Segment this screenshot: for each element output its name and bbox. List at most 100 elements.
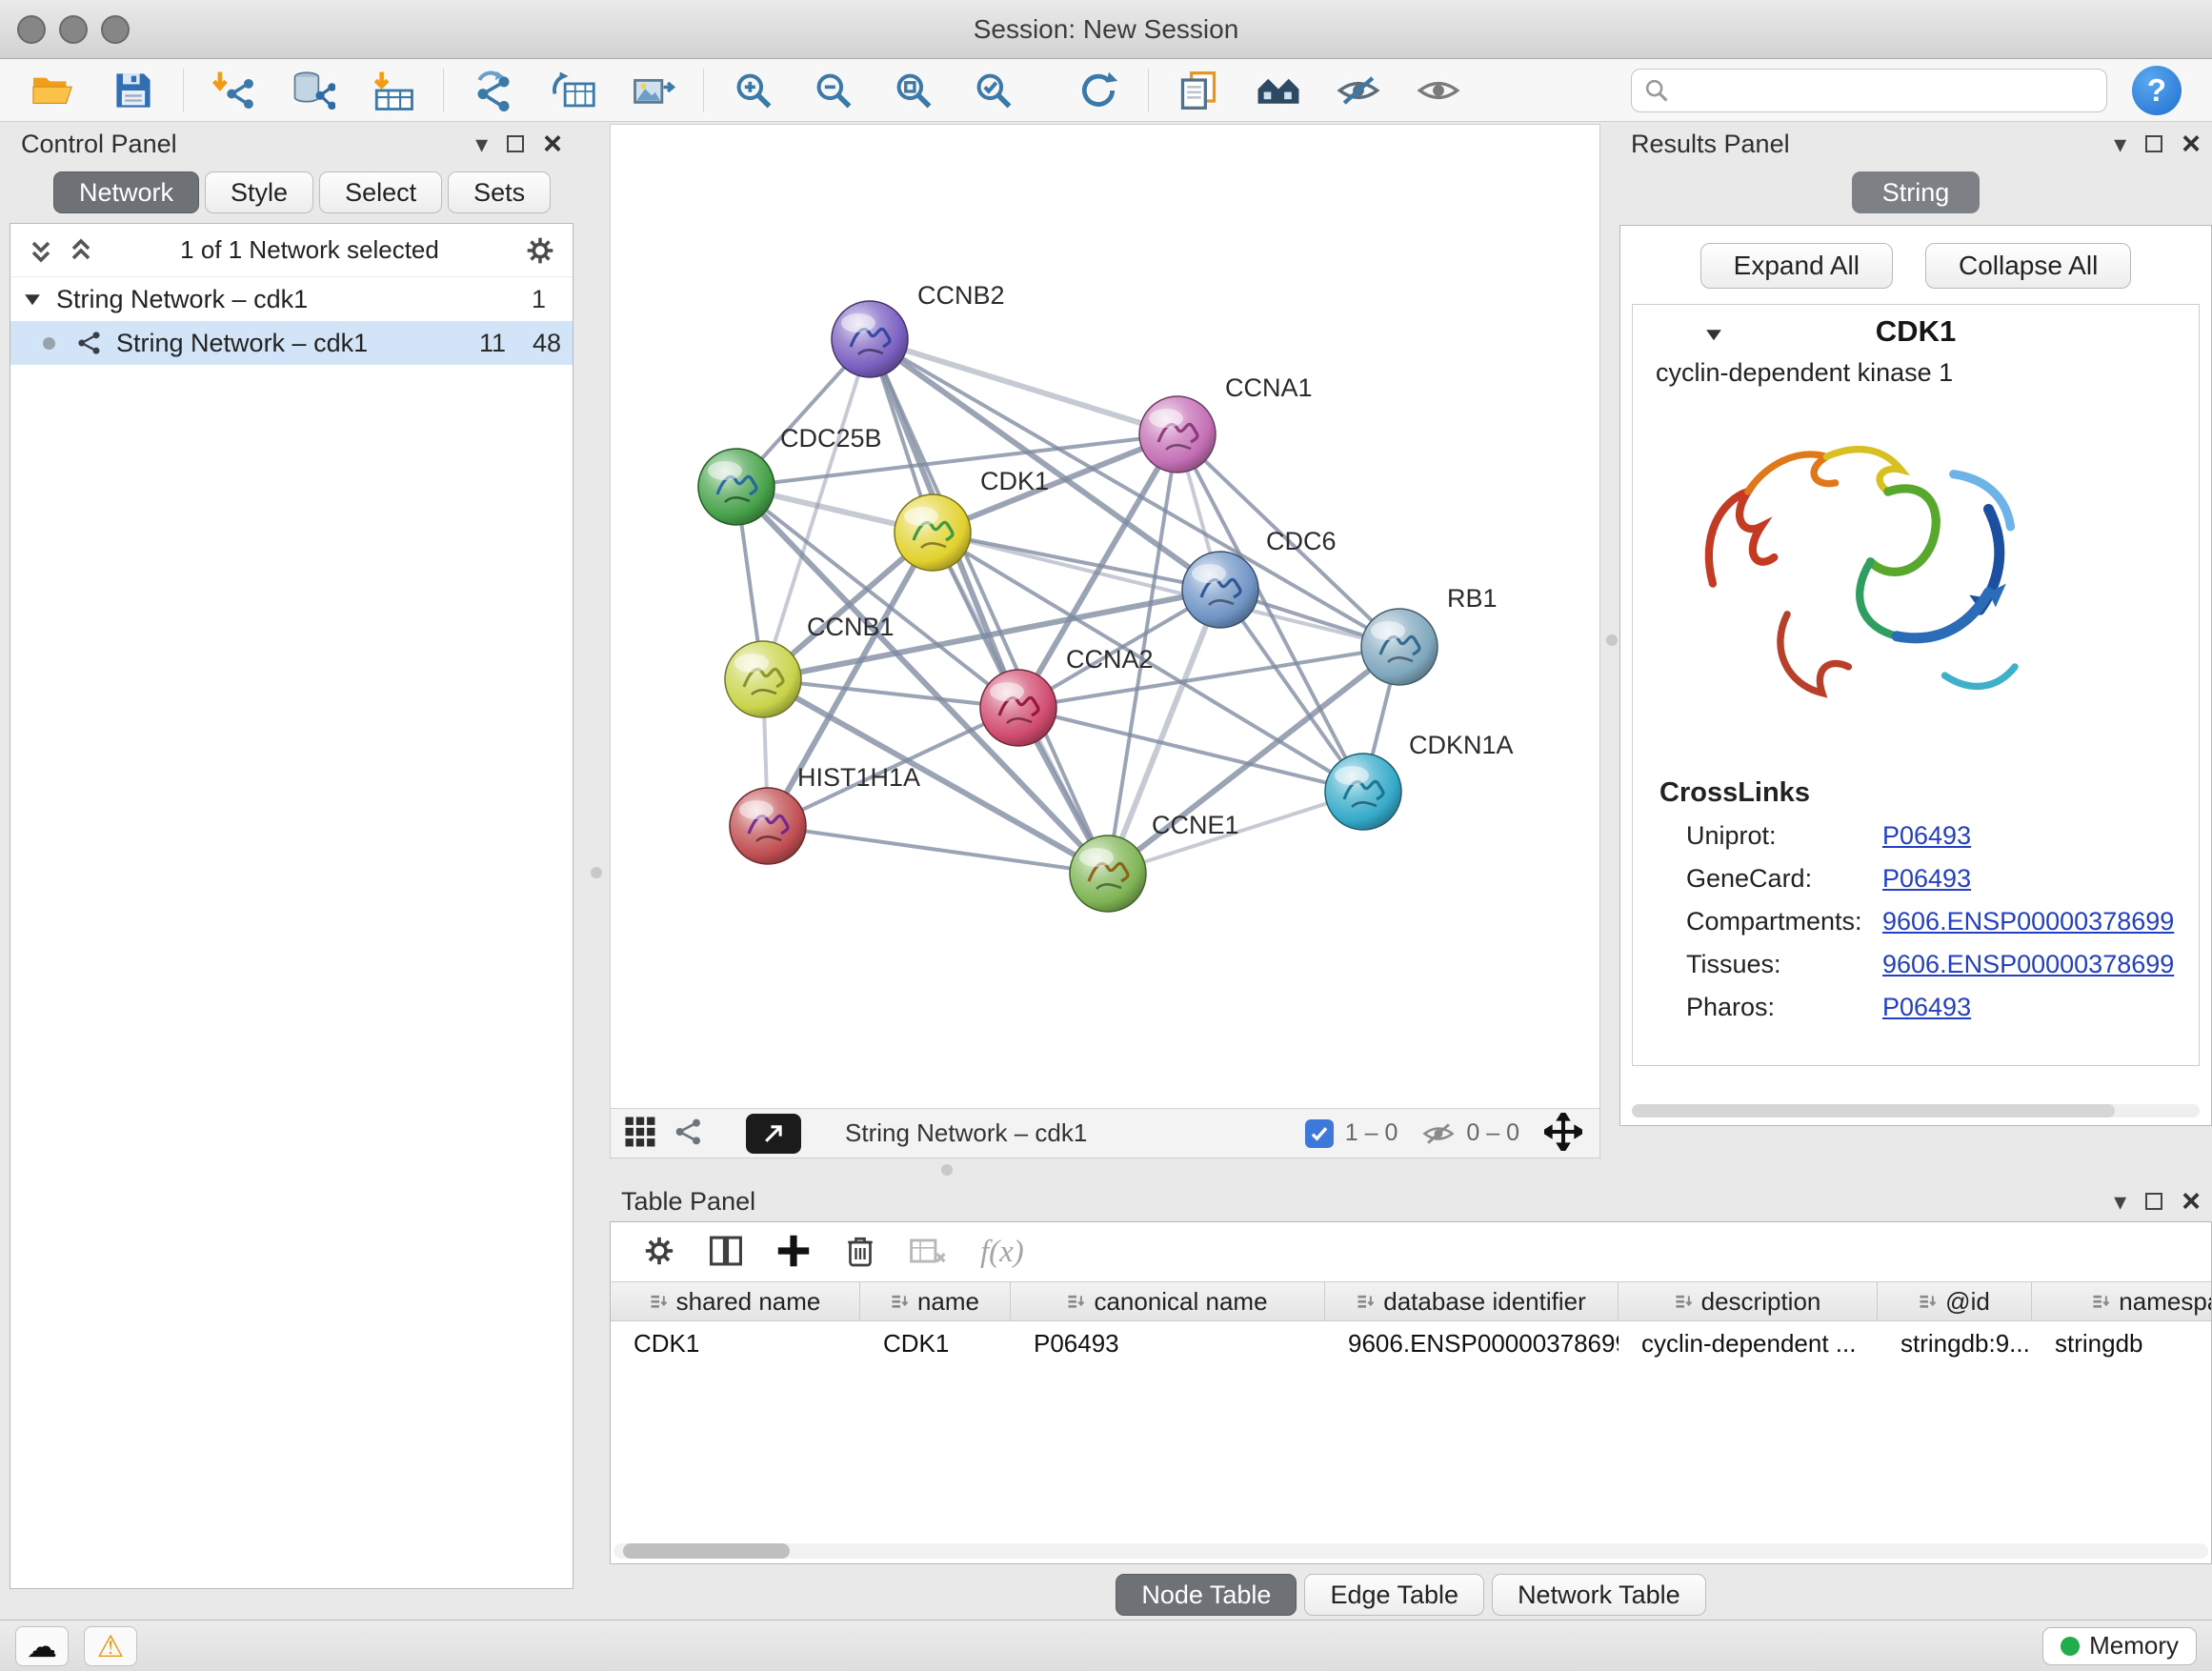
zoom-in-icon (732, 70, 775, 111)
import-network-file-button[interactable] (193, 62, 273, 119)
panel-menu-icon[interactable]: ▾ (2114, 131, 2126, 156)
crosslink-value[interactable]: 9606.ENSP00000378699 (1882, 907, 2174, 936)
network-node-ccna2[interactable] (980, 670, 1056, 746)
copy-button[interactable] (1158, 62, 1238, 119)
network-node-rb1[interactable] (1361, 609, 1438, 685)
import-network-database-button[interactable] (273, 62, 353, 119)
add-column-button[interactable] (776, 1234, 811, 1271)
column-header-@id[interactable]: @id (1878, 1282, 2032, 1320)
expand-all-button[interactable]: Expand All (1700, 243, 1893, 289)
delete-column-button[interactable] (845, 1234, 875, 1271)
network-node-ccnb1[interactable] (725, 641, 801, 717)
save-session-button[interactable] (93, 62, 173, 119)
network-node-cdkn1a[interactable] (1325, 754, 1401, 830)
zoom-out-button[interactable] (794, 62, 874, 119)
column-header-shared-name[interactable]: shared name (611, 1282, 860, 1320)
delete-table-icon (910, 1236, 946, 1266)
cloud-button[interactable]: ☁ (15, 1626, 69, 1666)
network-options-gear-icon[interactable] (525, 235, 555, 266)
new-network-button[interactable] (453, 62, 533, 119)
network-overview-button[interactable] (674, 1117, 704, 1150)
function-builder-button[interactable]: f(x) (980, 1235, 1024, 1270)
network-node-ccna1[interactable] (1139, 396, 1216, 473)
column-header-canonical-name[interactable]: canonical name (1011, 1282, 1325, 1320)
zoom-selected-button[interactable] (954, 62, 1034, 119)
open-in-window-button[interactable] (746, 1114, 801, 1154)
hide-selected-button[interactable] (1318, 62, 1398, 119)
scrollbar-thumb[interactable] (623, 1543, 790, 1559)
splitter-handle[interactable] (591, 867, 602, 878)
network-node-hist1h1a[interactable] (730, 788, 806, 864)
zoom-fit-button[interactable] (874, 62, 954, 119)
open-session-button[interactable] (13, 62, 93, 119)
warnings-button[interactable]: ⚠ (84, 1626, 137, 1666)
delete-table-button[interactable] (910, 1236, 946, 1269)
network-node-cdc6[interactable] (1182, 552, 1258, 628)
tab-sets[interactable]: Sets (448, 171, 551, 213)
crosslink-value[interactable]: P06493 (1882, 993, 1971, 1022)
tab-edge-table[interactable]: Edge Table (1304, 1574, 1484, 1616)
table-cell: P06493 (1011, 1321, 1325, 1363)
column-header-namespace[interactable]: namespace (2032, 1282, 2211, 1320)
export-image-button[interactable] (613, 62, 694, 119)
splitter-handle[interactable] (941, 1164, 953, 1176)
zoom-in-button[interactable] (714, 62, 794, 119)
network-collection-row[interactable]: String Network – cdk1 1 (10, 277, 573, 321)
tab-node-table[interactable]: Node Table (1116, 1574, 1297, 1616)
network-node-ccne1[interactable] (1070, 836, 1146, 912)
fit-selected-button[interactable] (1544, 1113, 1582, 1154)
tab-style[interactable]: Style (205, 171, 313, 213)
splitter-handle[interactable] (1606, 634, 1618, 646)
network-edge[interactable] (870, 339, 1108, 874)
panel-menu-icon[interactable]: ▾ (2114, 1189, 2126, 1214)
float-panel-icon[interactable] (2145, 135, 2162, 152)
collapse-all-button[interactable]: Collapse All (1925, 243, 2131, 289)
question-icon: ? (2147, 72, 2166, 109)
show-all-button[interactable] (1398, 62, 1478, 119)
table-row[interactable]: CDK1CDK1P064939606.ENSP00000378699cyclin… (611, 1321, 2211, 1363)
panel-menu-icon[interactable]: ▾ (475, 131, 488, 156)
float-panel-icon[interactable] (2145, 1193, 2162, 1210)
network-node-ccnb2[interactable] (832, 301, 908, 377)
expand-all-networks-icon[interactable] (68, 237, 94, 264)
column-header-name[interactable]: name (860, 1282, 1011, 1320)
birdseye-button[interactable] (1238, 62, 1318, 119)
crosslink-value[interactable]: P06493 (1882, 864, 1971, 894)
crosslink-value[interactable]: P06493 (1882, 821, 1971, 851)
network-row[interactable]: String Network – cdk1 11 48 (10, 321, 573, 365)
column-header-database-identifier[interactable]: database identifier (1325, 1282, 1619, 1320)
tab-select[interactable]: Select (319, 171, 442, 213)
collapse-gene-icon[interactable] (1703, 324, 1724, 345)
crosslink-value[interactable]: 9606.ENSP00000378699 (1882, 950, 2174, 979)
network-edge[interactable] (870, 339, 1399, 647)
column-header-description[interactable]: description (1619, 1282, 1878, 1320)
table-cell: CDK1 (611, 1321, 860, 1363)
network-node-cdk1[interactable] (895, 494, 971, 571)
tab-network[interactable]: Network (53, 171, 199, 213)
network-node-cdc25b[interactable] (698, 449, 774, 525)
float-panel-icon[interactable] (507, 135, 524, 152)
search-input[interactable] (1679, 75, 2095, 105)
network-graph[interactable]: CCNB2CCNA1CDC25BCDK1CDC6RB1CCNB1CCNA2CDK… (611, 125, 1599, 1108)
network-edge[interactable] (870, 339, 1177, 434)
tab-string[interactable]: String (1852, 171, 1981, 213)
table-options-button[interactable] (643, 1235, 675, 1270)
close-panel-icon[interactable]: × (2182, 128, 2201, 160)
refresh-button[interactable] (1058, 62, 1138, 119)
close-panel-icon[interactable]: × (2182, 1185, 2201, 1218)
tab-network-table[interactable]: Network Table (1492, 1574, 1706, 1616)
results-scrollbar[interactable] (1632, 1104, 2200, 1117)
control-panel: Control Panel ▾ × NetworkStyleSelectSets… (10, 124, 573, 1610)
new-table-button[interactable] (533, 62, 613, 119)
import-table-button[interactable] (353, 62, 433, 119)
close-panel-icon[interactable]: × (543, 128, 562, 160)
results-scrollbar-thumb[interactable] (1632, 1104, 2115, 1117)
collapse-all-networks-icon[interactable] (28, 237, 54, 264)
network-edge[interactable] (768, 826, 1108, 874)
memory-button[interactable]: Memory (2042, 1627, 2197, 1665)
collection-expand-icon[interactable] (22, 289, 43, 310)
selected-nodes-checkbox[interactable] (1305, 1119, 1334, 1148)
help-button[interactable]: ? (2132, 66, 2182, 115)
show-columns-button[interactable] (710, 1236, 742, 1269)
grid-view-button[interactable] (624, 1116, 656, 1151)
